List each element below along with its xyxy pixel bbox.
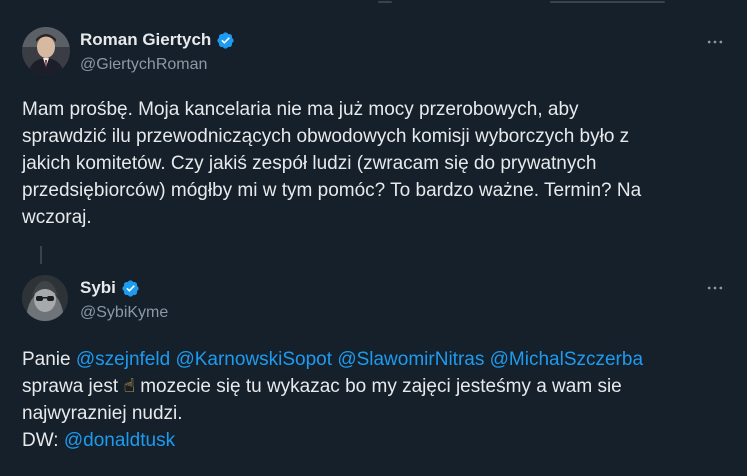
verified-badge-icon bbox=[217, 31, 234, 49]
top-separator bbox=[0, 0, 747, 6]
author-handle[interactable]: @GiertychRoman bbox=[80, 56, 207, 74]
mention-link[interactable]: @KarnowskiSopot bbox=[175, 349, 332, 370]
thread-connector bbox=[40, 246, 42, 264]
author-name[interactable]: Roman Giertych bbox=[80, 30, 211, 50]
author-name[interactable]: Sybi bbox=[80, 278, 116, 298]
tweet-text: Mam prośbę. Moja kancelaria nie ma już m… bbox=[22, 96, 737, 231]
tweet-text: Panie @szejnfeld @KarnowskiSopot @Slawom… bbox=[22, 346, 742, 454]
tweet-text-line: wczoraj. bbox=[22, 207, 92, 228]
tweet-text-line: przedsiębiorców) mógłby mi w tym pomóc? … bbox=[22, 180, 642, 201]
text-segment: mozecie się tu wykazac bo my zajęci jest… bbox=[134, 376, 622, 397]
more-options-icon[interactable] bbox=[705, 32, 725, 52]
tweet-text-line: sprawa jest ☝ mozecie się tu wykazac bo … bbox=[22, 373, 742, 400]
verified-badge-icon bbox=[122, 279, 139, 297]
more-options-icon[interactable] bbox=[705, 278, 725, 298]
mention-link[interactable]: @SlawomirNitras bbox=[337, 349, 484, 370]
author-name-row[interactable]: Sybi bbox=[80, 278, 140, 298]
tweet-text-line: najwyrazniej nudzi. bbox=[22, 403, 183, 424]
tweet-text-line: jakich komitetów. Czy jakiś zespół ludzi… bbox=[22, 153, 597, 174]
mention-link[interactable]: @donaldtusk bbox=[64, 430, 175, 451]
avatar[interactable] bbox=[22, 275, 68, 321]
text-segment: sprawa jest bbox=[22, 376, 124, 397]
tweet-text-line: DW: @donaldtusk bbox=[22, 427, 742, 454]
author-name-row[interactable]: Roman Giertych bbox=[80, 30, 235, 50]
tweet-text-line: Mam prośbę. Moja kancelaria nie ma już m… bbox=[22, 99, 579, 120]
mention-link[interactable]: @MichalSzczerba bbox=[490, 349, 643, 370]
text-prefix: Panie bbox=[22, 349, 76, 370]
tweet-text-line: sprawdzić ilu przewodniczących obwodowyc… bbox=[22, 126, 630, 147]
text-segment: DW: bbox=[22, 430, 64, 451]
mention-link[interactable]: @szejnfeld bbox=[76, 349, 170, 370]
avatar[interactable] bbox=[22, 27, 70, 75]
author-handle[interactable]: @SybiKyme bbox=[80, 304, 168, 322]
tweet-text-line: Panie @szejnfeld @KarnowskiSopot @Slawom… bbox=[22, 346, 742, 373]
pointing-up-emoji: ☝ bbox=[123, 375, 135, 397]
